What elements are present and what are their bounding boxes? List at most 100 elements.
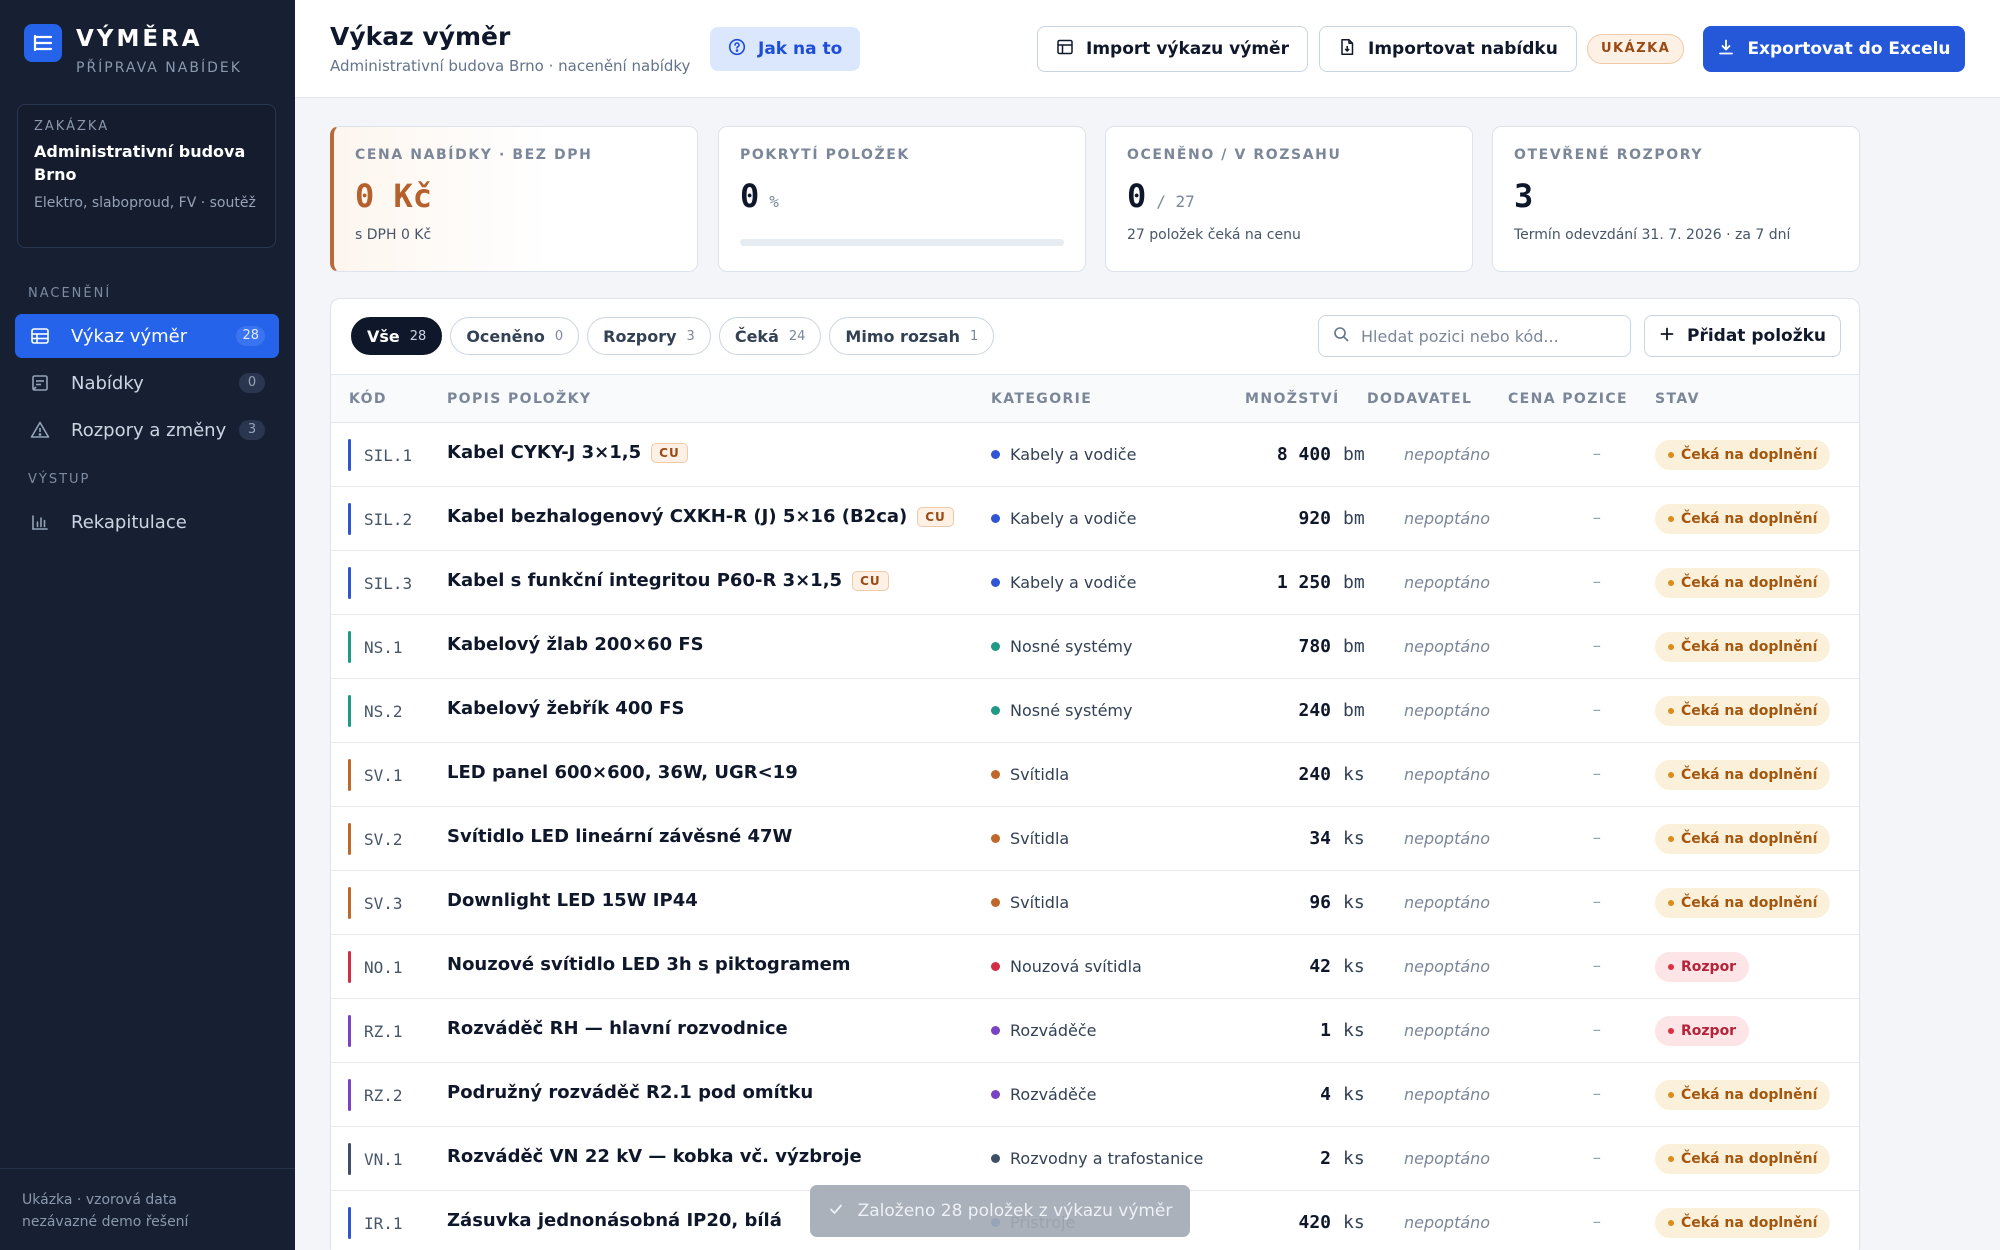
column-header-quantity[interactable]: MNOŽSTVÍ [1245, 391, 1340, 407]
filter-chip-waiting[interactable]: Čeká 24 [718, 317, 822, 355]
table-header: KÓD POPIS POLOŽKY KATEGORIE MNOŽSTVÍ DOD… [331, 374, 1859, 423]
status-text: Čeká na doplnění [1681, 639, 1818, 655]
import-offer-button[interactable]: Importovat nabídku [1319, 26, 1577, 72]
filter-chip-priced[interactable]: Oceněno 0 [450, 317, 580, 355]
sidebar-item-label: Nabídky [71, 372, 144, 394]
item-category: Kabely a vodiče [991, 509, 1136, 528]
table-row[interactable]: NS.1 Kabelový žlab 200×60 FS Nosné systémy… [331, 615, 1859, 679]
kpi-label: OTEVŘENÉ ROZPORY [1514, 147, 1704, 163]
status-badge[interactable]: Čeká na doplnění [1655, 888, 1831, 918]
status-badge[interactable]: Čeká na doplnění [1655, 824, 1831, 854]
status-dot [1668, 1220, 1674, 1226]
item-description: Kabel CYKY-J 3×1,5 CU [447, 442, 688, 463]
sidebar-item-conflicts[interactable]: Rozpory a změny 3 [15, 408, 279, 452]
item-category-text: Svítidla [1010, 893, 1070, 912]
nav-section-pricing: NACENĚNÍ [28, 286, 112, 301]
item-category: Kabely a vodiče [991, 445, 1136, 464]
table-row[interactable]: NO.1 Nouzové svítidlo LED 3h s piktograme… [331, 935, 1859, 999]
item-quantity: 780 [1298, 636, 1331, 657]
help-label: Jak na to [758, 39, 843, 59]
add-item-button[interactable]: Přidat položku [1644, 315, 1841, 357]
status-text: Čeká na doplnění [1681, 895, 1818, 911]
status-badge[interactable]: Čeká na doplnění [1655, 1208, 1831, 1238]
status-badge[interactable]: Čeká na doplnění [1655, 632, 1831, 662]
filter-chip-conflicts[interactable]: Rozpory 3 [587, 317, 711, 355]
item-category-text: Rozvodny a trafostanice [1010, 1149, 1204, 1168]
status-dot [1668, 836, 1674, 842]
status-badge[interactable]: Čeká na doplnění [1655, 760, 1831, 790]
export-excel-button[interactable]: Exportovat do Excelu [1703, 26, 1965, 72]
item-supplier: nepoptáno [1404, 1149, 1491, 1168]
item-unit: ks [1343, 828, 1365, 849]
item-code: SV.3 [364, 894, 403, 913]
status-dot [1668, 452, 1674, 458]
table-row[interactable]: SIL.3 Kabel s funkční integritou P60-R 3×… [331, 551, 1859, 615]
status-badge[interactable]: Rozpor [1655, 1016, 1750, 1046]
import-offer-label: Importovat nabídku [1368, 39, 1558, 59]
search-input[interactable] [1361, 326, 1611, 346]
status-text: Čeká na doplnění [1681, 575, 1818, 591]
table-row[interactable]: SIL.1 Kabel CYKY-J 3×1,5 CU Kabely a vodiče… [331, 423, 1859, 487]
status-badge[interactable]: Rozpor [1655, 952, 1750, 982]
item-supplier: nepoptáno [1404, 829, 1491, 848]
table-row[interactable]: SIL.2 Kabel bezhalogenový CXKH-R (J) 5×16… [331, 487, 1859, 551]
item-quantity: 42 [1309, 956, 1331, 977]
sidebar-item-offers[interactable]: Nabídky 0 [15, 361, 279, 405]
table-row[interactable]: RZ.1 Rozváděč RH — hlavní rozvodnice Rozvá… [331, 999, 1859, 1063]
item-supplier: nepoptáno [1404, 1085, 1491, 1104]
status-badge[interactable]: Čeká na doplnění [1655, 440, 1831, 470]
search-box[interactable] [1318, 315, 1631, 357]
help-button[interactable]: Jak na to [710, 27, 861, 71]
item-code: SIL.2 [364, 510, 413, 529]
project-card[interactable]: ZAKÁZKA Administrativní budova Brno Elek… [17, 104, 276, 248]
page-title: Výkaz výměr [330, 22, 511, 51]
brand-logo[interactable] [24, 24, 62, 62]
column-header-category[interactable]: KATEGORIE [991, 391, 1092, 407]
column-header-status[interactable]: STAV [1655, 391, 1700, 407]
item-supplier: nepoptáno [1404, 573, 1491, 592]
item-price: – [1592, 636, 1602, 656]
status-text: Rozpor [1681, 1023, 1737, 1039]
sidebar-item-summary[interactable]: Rekapitulace [15, 500, 279, 544]
category-stripe [348, 1143, 351, 1175]
item-description: Podružný rozváděč R2.1 pod omítku [447, 1082, 813, 1103]
column-header-code[interactable]: KÓD [349, 391, 387, 407]
table-row[interactable]: RZ.2 Podružný rozváděč R2.1 pod omítku Roz… [331, 1063, 1859, 1127]
item-category: Rozvodny a trafostanice [991, 1149, 1203, 1168]
help-icon [728, 38, 746, 61]
sidebar-item-bill-of-quantities[interactable]: Výkaz výměr 28 [15, 314, 279, 358]
status-badge[interactable]: Čeká na doplnění [1655, 1144, 1831, 1174]
table-row[interactable]: NS.2 Kabelový žebřík 400 FS Nosné systémy 2… [331, 679, 1859, 743]
item-category: Svítidla [991, 829, 1069, 848]
table-row[interactable]: VN.1 Rozváděč VN 22 kV — kobka vč. výzbro… [331, 1127, 1859, 1191]
status-badge[interactable]: Čeká na doplnění [1655, 504, 1831, 534]
item-unit: ks [1343, 892, 1365, 913]
item-description-text: Kabel bezhalogenový CXKH-R (J) 5×16 (B2c… [447, 506, 908, 527]
column-header-price[interactable]: CENA POZICE [1508, 391, 1628, 407]
item-price: – [1592, 1148, 1602, 1168]
kpi-note: s DPH 0 Kč [355, 227, 432, 243]
category-stripe [348, 695, 351, 727]
status-badge[interactable]: Čeká na doplnění [1655, 568, 1831, 598]
status-text: Čeká na doplnění [1681, 703, 1818, 719]
status-badge[interactable]: Čeká na doplnění [1655, 696, 1831, 726]
footer-line: nezávazné demo řešení [22, 1214, 189, 1230]
filter-label: Rozpory [603, 326, 677, 346]
table-row[interactable]: SV.3 Downlight LED 15W IP44 Svítidla 96 ks ne… [331, 871, 1859, 935]
kpi-label: OCENĚNO / V ROZSAHU [1127, 147, 1342, 163]
status-dot [1668, 964, 1674, 970]
column-header-description[interactable]: POPIS POLOŽKY [447, 391, 591, 407]
filter-chip-out-of-scope[interactable]: Mimo rozsah 1 [829, 317, 995, 355]
filter-chip-all[interactable]: Vše 28 [351, 317, 443, 355]
column-header-supplier[interactable]: DODAVATEL [1367, 391, 1472, 407]
item-description: Rozváděč VN 22 kV — kobka vč. výzbroje [447, 1146, 862, 1167]
item-price: – [1592, 1084, 1602, 1104]
category-dot [991, 962, 1000, 971]
table-row[interactable]: SV.1 LED panel 600×600, 36W, UGR<19 Svítid… [331, 743, 1859, 807]
import-bq-button[interactable]: Import výkazu výměr [1037, 26, 1308, 72]
items-panel: Vše 28 Oceněno 0 Rozpory 3 Čeká 24 Mimo … [330, 298, 1860, 1250]
status-badge[interactable]: Čeká na doplnění [1655, 1080, 1831, 1110]
table-row[interactable]: SV.2 Svítidlo LED lineární závěsné 47W Sví… [331, 807, 1859, 871]
item-supplier: nepoptáno [1404, 1021, 1491, 1040]
item-quantity: 240 [1298, 700, 1331, 721]
